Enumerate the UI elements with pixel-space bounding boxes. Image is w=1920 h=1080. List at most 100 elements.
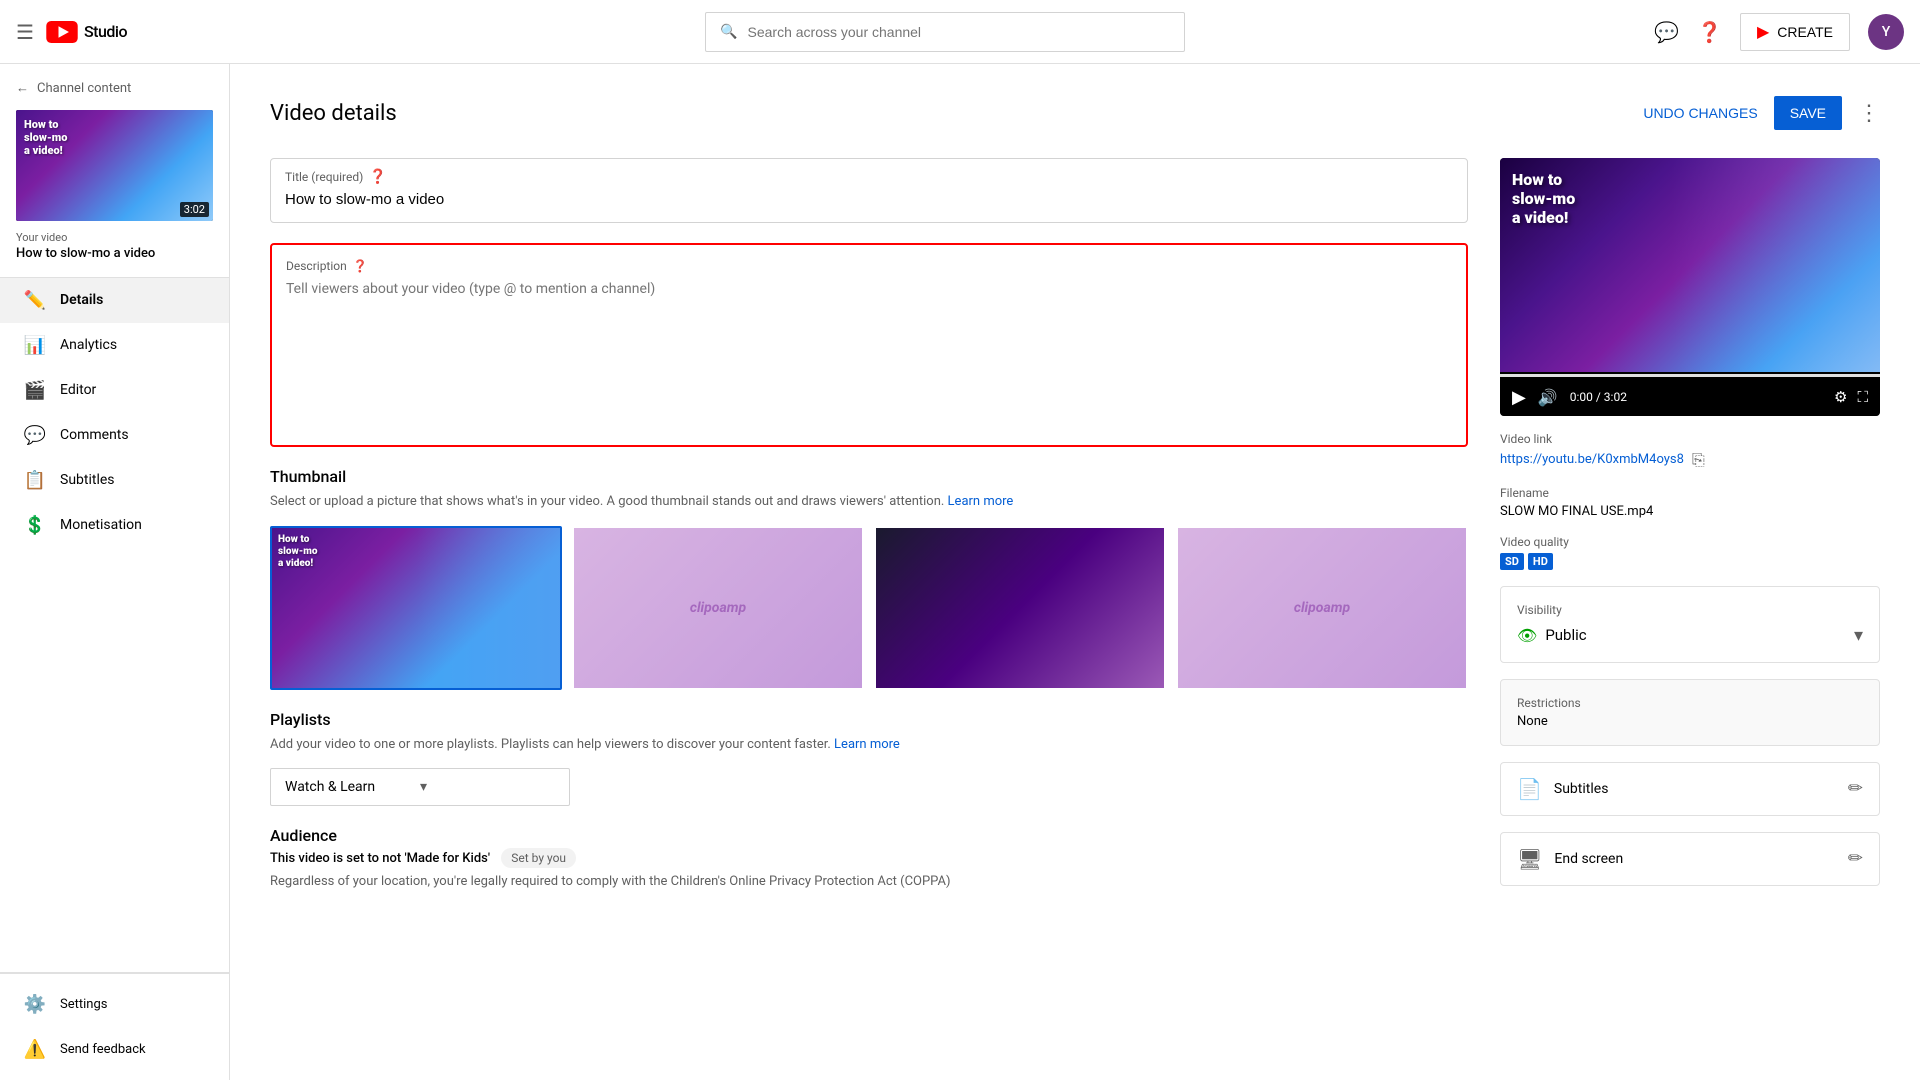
end-screen-card-label: End screen: [1554, 851, 1623, 867]
your-video-label: Your video: [16, 231, 213, 244]
thumbnail-desc: Select or upload a picture that shows wh…: [270, 492, 1468, 512]
visibility-eye-icon: 👁: [1517, 626, 1537, 645]
video-link-row: https://youtu.be/K0xmbM4oys8 ⎘: [1500, 450, 1880, 470]
title-help-icon[interactable]: ❓: [369, 169, 386, 185]
playlists-learn-more-link[interactable]: Learn more: [834, 737, 900, 752]
visibility-value: 👁 Public: [1517, 626, 1587, 645]
sidebar-bottom: ⚙️ Settings ⚠️ Send feedback: [0, 973, 229, 1080]
sidebar-item-comments[interactable]: 💬 Comments: [0, 413, 229, 458]
preview-overlay: [1671, 158, 1880, 372]
logo-area: Studio: [46, 21, 127, 43]
audience-description: Regardless of your location, you're lega…: [270, 872, 1468, 892]
thumbnail-item-2[interactable]: clipoamp: [572, 526, 864, 690]
subtitles-edit-icon[interactable]: ✏: [1848, 778, 1863, 799]
details-icon: ✏️: [24, 290, 46, 311]
sidebar-item-editor[interactable]: 🎬 Editor: [0, 368, 229, 413]
sidebar-item-subtitles[interactable]: 📋 Subtitles: [0, 458, 229, 503]
settings-label: Settings: [60, 997, 107, 1012]
feedback-label: Send feedback: [60, 1042, 146, 1057]
channel-content-label: Channel content: [37, 81, 131, 96]
video-preview: How to slow-mo a video! ▶ 🔊 0:00 / 3:02: [1500, 158, 1880, 416]
restrictions-label: Restrictions: [1517, 696, 1863, 710]
play-button[interactable]: ▶: [1512, 387, 1526, 408]
description-input[interactable]: [286, 281, 1452, 431]
messages-icon[interactable]: 💬: [1654, 20, 1679, 44]
sidebar-item-monetisation[interactable]: 💲 Monetisation: [0, 503, 229, 548]
feedback-icon: ⚠️: [24, 1039, 46, 1060]
sidebar-item-details[interactable]: ✏️ Details: [0, 278, 229, 323]
audience-note: This video is set to not 'Made for Kids'…: [270, 851, 1468, 866]
clipoamp-watermark-2: clipoamp: [690, 600, 746, 616]
quality-label: Video quality: [1500, 535, 1880, 549]
title-input[interactable]: [285, 187, 1453, 212]
subtitles-icon: 📋: [24, 470, 46, 491]
filename-section: Filename SLOW MO FINAL USE.mp4: [1500, 486, 1880, 519]
subtitles-card[interactable]: 📄 Subtitles ✏: [1500, 762, 1880, 816]
filename-label: Filename: [1500, 486, 1880, 500]
playlist-selected-value: Watch & Learn: [285, 779, 420, 795]
sidebar-back-button[interactable]: ← Channel content: [16, 80, 213, 96]
volume-icon[interactable]: 🔊: [1538, 388, 1558, 407]
main-content: Video details UNDO CHANGES SAVE ⋮ Title …: [230, 64, 1920, 1080]
playlists-dropdown[interactable]: Watch & Learn ▾: [270, 768, 570, 806]
fullscreen-icon[interactable]: ⛶: [1857, 388, 1868, 406]
editor-label: Editor: [60, 382, 96, 398]
search-input[interactable]: [748, 24, 1171, 40]
search-bar-container[interactable]: 🔍: [705, 12, 1185, 52]
thumbnail-learn-more-link[interactable]: Learn more: [948, 494, 1014, 509]
description-field-group: Description ❓: [270, 243, 1468, 447]
left-panel: Title (required) ❓ Description ❓: [270, 158, 1468, 892]
hamburger-menu-icon[interactable]: ☰: [16, 20, 34, 44]
visibility-card[interactable]: Visibility 👁 Public ▾: [1500, 586, 1880, 663]
create-button[interactable]: ▶ CREATE: [1740, 13, 1850, 51]
analytics-icon: 📊: [24, 335, 46, 356]
title-label: Title (required) ❓: [285, 169, 1453, 185]
page-actions: UNDO CHANGES SAVE ⋮: [1643, 96, 1880, 130]
audience-title: Audience: [270, 826, 1468, 845]
quality-section: Video quality SD HD: [1500, 535, 1880, 570]
visibility-dropdown-arrow[interactable]: ▾: [1854, 625, 1863, 646]
subtitles-feature-icon: 📄: [1517, 777, 1542, 801]
content-grid: Title (required) ❓ Description ❓: [270, 158, 1880, 892]
thumbnail-text: How to slow-mo a video!: [24, 118, 67, 158]
end-screen-edit-icon[interactable]: ✏: [1848, 848, 1863, 869]
settings-control-icon[interactable]: ⚙: [1834, 388, 1847, 406]
page-header: Video details UNDO CHANGES SAVE ⋮: [270, 96, 1880, 130]
thumbnail-item-4[interactable]: clipoamp: [1176, 526, 1468, 690]
playlists-title: Playlists: [270, 710, 1468, 729]
audience-section: Audience This video is set to not 'Made …: [270, 826, 1468, 892]
end-screen-card[interactable]: 🖥 End screen ✏: [1500, 832, 1880, 886]
user-avatar[interactable]: Y: [1868, 14, 1904, 50]
video-link-section: Video link https://youtu.be/K0xmbM4oys8 …: [1500, 432, 1880, 470]
sidebar-item-feedback[interactable]: ⚠️ Send feedback: [0, 1027, 229, 1072]
video-controls: ▶ 🔊 0:00 / 3:02 ⚙ ⛶: [1500, 379, 1880, 416]
copy-link-button[interactable]: ⎘: [1692, 450, 1705, 470]
thumbnail-item-1[interactable]: How toslow-moa video!: [270, 526, 562, 690]
undo-changes-button[interactable]: UNDO CHANGES: [1643, 105, 1757, 121]
audience-note-text: This video is set to not 'Made for Kids': [270, 851, 490, 866]
thumbnail-item-3[interactable]: [874, 526, 1166, 690]
quality-badges: SD HD: [1500, 553, 1880, 570]
more-options-button[interactable]: ⋮: [1858, 101, 1880, 126]
title-field-container: Title (required) ❓: [270, 158, 1468, 223]
video-link-label: Video link: [1500, 432, 1880, 446]
header-search: 🔍: [236, 12, 1654, 52]
video-progress-bar[interactable]: [1500, 374, 1880, 377]
thumbnail-title: Thumbnail: [270, 467, 1468, 486]
description-help-icon[interactable]: ❓: [353, 259, 368, 273]
visibility-row: 👁 Public ▾: [1517, 625, 1863, 646]
sidebar-item-analytics[interactable]: 📊 Analytics: [0, 323, 229, 368]
help-icon[interactable]: ❓: [1697, 20, 1722, 44]
save-button[interactable]: SAVE: [1774, 96, 1842, 130]
app-header: ☰ Studio 🔍 💬 ❓ ▶ CREATE Y: [0, 0, 1920, 64]
header-right: 💬 ❓ ▶ CREATE Y: [1654, 13, 1904, 51]
sidebar-item-settings[interactable]: ⚙️ Settings: [0, 982, 229, 1027]
title-field-group: Title (required) ❓: [270, 158, 1468, 223]
video-duration-badge: 3:02: [180, 202, 209, 217]
end-screen-feature-icon: 🖥: [1517, 847, 1542, 871]
back-arrow-icon: ←: [16, 80, 29, 96]
preview-thumbnail: How to slow-mo a video!: [1500, 158, 1880, 372]
time-display: 0:00 / 3:02: [1570, 390, 1822, 404]
video-link[interactable]: https://youtu.be/K0xmbM4oys8: [1500, 452, 1684, 467]
description-label: Description ❓: [286, 259, 1452, 273]
